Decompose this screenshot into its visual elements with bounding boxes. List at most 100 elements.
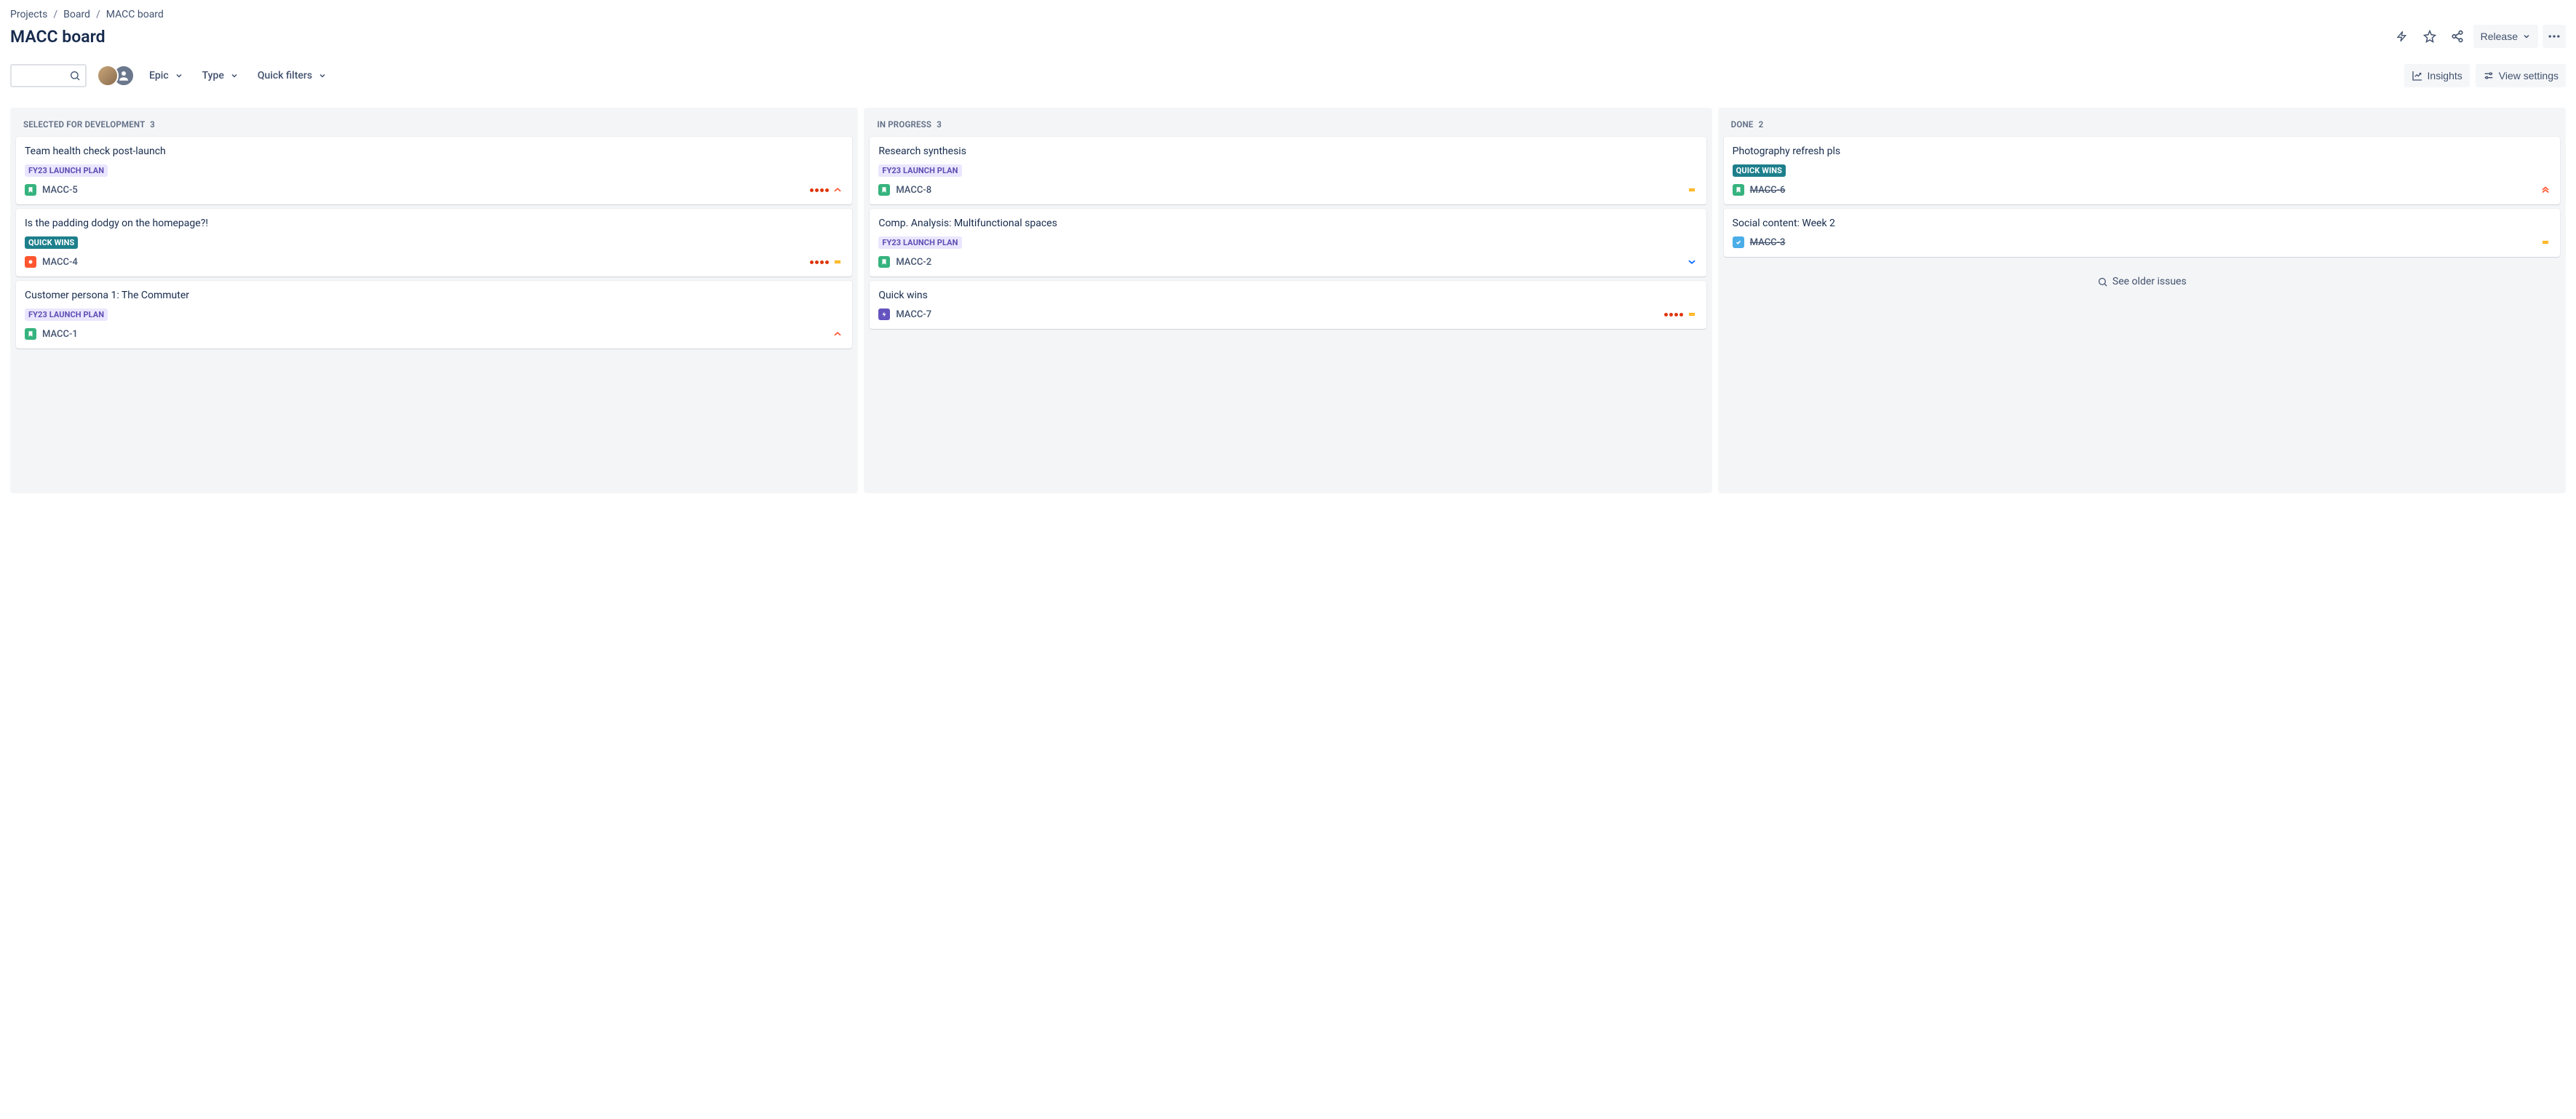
card-title: Research synthesis: [878, 146, 1697, 157]
card[interactable]: Research synthesis FY23 LAUNCH PLAN MACC…: [870, 137, 1706, 204]
column-header[interactable]: Done 2: [1724, 114, 2560, 137]
type-filter[interactable]: Type: [198, 64, 243, 87]
epic-filter-label: Epic: [149, 70, 169, 81]
release-label: Release: [2481, 31, 2518, 42]
view-settings-button[interactable]: View settings: [2476, 64, 2566, 87]
task-icon: [1733, 236, 1744, 248]
column-header[interactable]: Selected for Development 3: [16, 114, 852, 137]
see-older-issues[interactable]: See older issues: [1724, 261, 2560, 302]
column-done: Done 2 Photography refresh pls QUICK WIN…: [1718, 108, 2566, 493]
column-selected: Selected for Development 3 Team health c…: [10, 108, 858, 493]
card[interactable]: Comp. Analysis: Multifunctional spaces F…: [870, 209, 1706, 276]
chart-line-icon: [2412, 70, 2423, 81]
card-title: Comp. Analysis: Multifunctional spaces: [878, 218, 1697, 229]
card-key: MACC-8: [896, 185, 931, 196]
priority-low-icon: [1686, 256, 1698, 268]
breadcrumb-separator: /: [96, 9, 100, 20]
card-key: MACC-7: [896, 309, 931, 320]
priority-high-icon: [832, 328, 843, 340]
epic-icon: [878, 308, 890, 320]
search-icon: [2097, 276, 2108, 287]
column-in-progress: In Progress 3 Research synthesis FY23 LA…: [864, 108, 1712, 493]
card[interactable]: Customer persona 1: The Commuter FY23 LA…: [16, 281, 852, 349]
column-title: In Progress: [877, 119, 931, 130]
story-icon: [1733, 184, 1744, 196]
priority-highest-icon: [2540, 184, 2551, 196]
story-icon: [25, 184, 36, 196]
epic-tag[interactable]: QUICK WINS: [1733, 164, 1786, 177]
priority-medium-icon: [832, 256, 843, 268]
epic-tag[interactable]: FY23 LAUNCH PLAN: [878, 236, 961, 249]
quick-filters-label: Quick filters: [258, 70, 312, 81]
story-icon: [878, 256, 890, 268]
view-settings-label: View settings: [2499, 70, 2559, 81]
card-key: MACC-1: [42, 329, 78, 340]
share-button[interactable]: [2446, 25, 2469, 48]
breadcrumb-board[interactable]: Board: [63, 9, 90, 20]
card[interactable]: Team health check post-launch FY23 LAUNC…: [16, 137, 852, 204]
quick-filters[interactable]: Quick filters: [253, 64, 331, 87]
column-title: Done: [1731, 119, 1754, 130]
card-title: Quick wins: [878, 290, 1697, 301]
card-title: Team health check post-launch: [25, 146, 843, 157]
epic-tag[interactable]: FY23 LAUNCH PLAN: [25, 164, 108, 177]
see-older-label: See older issues: [2112, 276, 2187, 287]
column-header[interactable]: In Progress 3: [870, 114, 1706, 137]
lightning-icon: [2396, 31, 2408, 42]
search-icon: [69, 70, 81, 81]
column-count: 3: [150, 119, 155, 130]
card-key: MACC-2: [896, 257, 931, 268]
card-key: MACC-5: [42, 185, 78, 196]
kanban-board: Selected for Development 3 Team health c…: [10, 108, 2566, 493]
priority-high-icon: [832, 184, 843, 196]
star-button[interactable]: [2418, 25, 2441, 48]
column-count: 3: [937, 119, 942, 130]
card[interactable]: Social content: Week 2 MACC-3: [1724, 209, 2560, 257]
card[interactable]: Is the padding dodgy on the homepage?! Q…: [16, 209, 852, 276]
page-title: MACC board: [10, 27, 106, 47]
epic-filter[interactable]: Epic: [145, 64, 188, 87]
sliders-icon: [2483, 70, 2494, 81]
share-icon: [2451, 30, 2464, 43]
search-input-wrapper[interactable]: [10, 64, 87, 87]
header-actions: Release: [2390, 25, 2566, 48]
card-key: MACC-3: [1750, 237, 1786, 248]
more-actions-button[interactable]: [2543, 25, 2566, 48]
breadcrumb-current[interactable]: MACC board: [106, 9, 164, 20]
card-title: Is the padding dodgy on the homepage?!: [25, 218, 843, 229]
card-key: MACC-6: [1750, 185, 1786, 196]
epic-tag[interactable]: FY23 LAUNCH PLAN: [878, 164, 961, 177]
epic-tag[interactable]: QUICK WINS: [25, 236, 78, 249]
star-icon: [2423, 30, 2436, 43]
chevron-down-icon: [230, 71, 239, 80]
story-points-dots: [1664, 313, 1683, 316]
card-title: Customer persona 1: The Commuter: [25, 290, 843, 301]
automation-button[interactable]: [2390, 25, 2414, 48]
type-filter-label: Type: [202, 70, 224, 81]
chevron-down-icon: [2522, 32, 2531, 41]
breadcrumb-projects[interactable]: Projects: [10, 9, 47, 20]
bug-icon: [25, 256, 36, 268]
story-points-dots: [810, 260, 829, 264]
priority-medium-icon: [1686, 308, 1698, 320]
card-title: Social content: Week 2: [1733, 218, 2551, 229]
priority-medium-icon: [1686, 184, 1698, 196]
breadcrumb: Projects / Board / MACC board: [10, 9, 2566, 20]
story-icon: [25, 328, 36, 340]
card[interactable]: Photography refresh pls QUICK WINS MACC-…: [1724, 137, 2560, 204]
card[interactable]: Quick wins MACC-7: [870, 281, 1706, 329]
search-input[interactable]: [17, 70, 69, 81]
column-count: 2: [1759, 119, 1764, 130]
column-title: Selected for Development: [23, 119, 145, 130]
chevron-down-icon: [175, 71, 183, 80]
chevron-down-icon: [318, 71, 327, 80]
breadcrumb-separator: /: [53, 9, 57, 20]
card-title: Photography refresh pls: [1733, 146, 2551, 157]
priority-medium-icon: [2540, 236, 2551, 248]
avatar-user-1[interactable]: [97, 65, 119, 87]
release-button[interactable]: Release: [2473, 25, 2538, 48]
epic-tag[interactable]: FY23 LAUNCH PLAN: [25, 308, 108, 321]
story-points-dots: [810, 188, 829, 192]
avatar-group[interactable]: [97, 65, 135, 87]
insights-button[interactable]: Insights: [2404, 64, 2470, 87]
